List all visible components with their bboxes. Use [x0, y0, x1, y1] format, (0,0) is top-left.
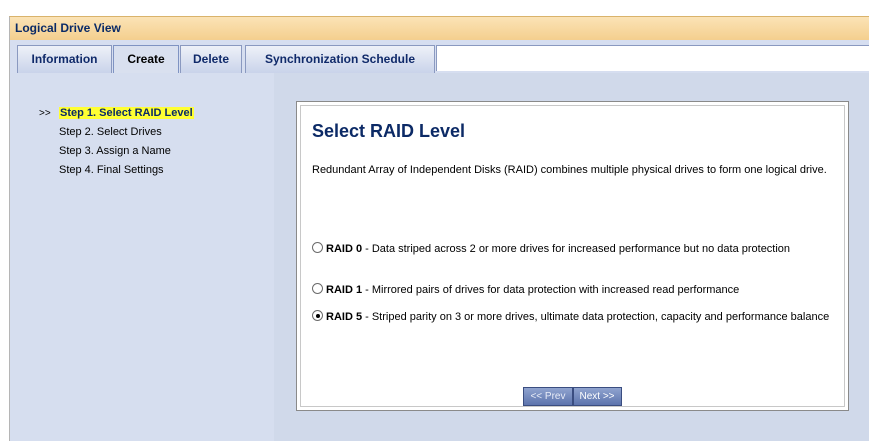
raid-0-option[interactable]: RAID 0 - Data striped across 2 or more d…: [312, 241, 842, 257]
tab-bar: Information Create Delete Synchronizatio…: [9, 40, 869, 75]
step-final-settings[interactable]: Step 4. Final Settings: [39, 161, 194, 180]
prev-button[interactable]: << Prev: [523, 387, 573, 406]
raid-5-description: - Striped parity on 3 or more drives, ul…: [362, 311, 830, 323]
wizard-steps-panel: >> Step 1. Select RAID Level Step 2. Sel…: [9, 73, 274, 441]
wizard-steps-list: >> Step 1. Select RAID Level Step 2. Sel…: [39, 104, 194, 180]
step-select-raid-level[interactable]: >> Step 1. Select RAID Level: [39, 104, 194, 123]
step-assign-name[interactable]: Step 3. Assign a Name: [39, 142, 194, 161]
main-content-panel: Select RAID Level Redundant Array of Ind…: [274, 73, 869, 441]
step-label: Step 1. Select RAID Level: [59, 107, 194, 119]
next-button[interactable]: Next >>: [572, 387, 622, 406]
raid-description: Redundant Array of Independent Disks (RA…: [312, 164, 827, 176]
wizard-nav-buttons: << Prev Next >>: [301, 387, 844, 406]
raid-0-description: - Data striped across 2 or more drives f…: [362, 243, 791, 255]
step-label: Step 4. Final Settings: [59, 164, 164, 176]
raid-1-name: RAID 1: [326, 284, 363, 296]
raid-0-name: RAID 0: [326, 243, 363, 255]
tab-bar-filler: [436, 45, 869, 71]
window-title: Logical Drive View: [15, 21, 121, 35]
page-title: Select RAID Level: [312, 121, 466, 141]
tab-delete[interactable]: Delete: [180, 45, 242, 73]
raid-0-radio[interactable]: [312, 242, 323, 253]
raid-1-radio[interactable]: [312, 283, 323, 294]
tab-information[interactable]: Information: [17, 45, 112, 73]
raid-level-form-inner: Select RAID Level Redundant Array of Ind…: [300, 105, 845, 407]
raid-level-form: Select RAID Level Redundant Array of Ind…: [296, 101, 849, 411]
divider: [308, 374, 837, 375]
tab-synchronization-schedule[interactable]: Synchronization Schedule: [245, 45, 435, 73]
raid-1-option[interactable]: RAID 1 - Mirrored pairs of drives for da…: [312, 282, 842, 298]
current-step-marker: >>: [39, 108, 51, 119]
step-label: Step 3. Assign a Name: [59, 145, 171, 157]
window-title-bar: Logical Drive View: [9, 16, 869, 40]
step-select-drives[interactable]: Step 2. Select Drives: [39, 123, 194, 142]
raid-5-name: RAID 5: [326, 311, 363, 323]
step-label: Step 2. Select Drives: [59, 126, 162, 138]
raid-1-description: - Mirrored pairs of drives for data prot…: [362, 284, 740, 296]
tab-create[interactable]: Create: [113, 45, 179, 75]
raid-5-option[interactable]: RAID 5 - Striped parity on 3 or more dri…: [312, 309, 842, 325]
divider: [308, 201, 837, 202]
raid-5-radio[interactable]: [312, 310, 323, 321]
